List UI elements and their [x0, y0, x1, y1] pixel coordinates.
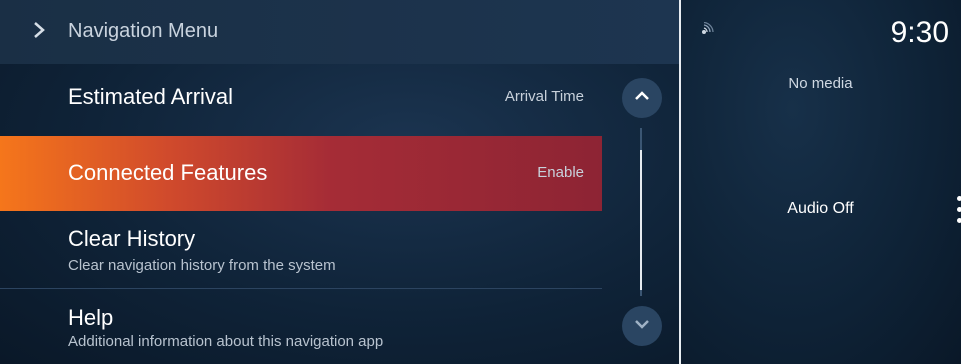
menu-item-title: Connected Features	[68, 160, 268, 185]
menu-header[interactable]: Navigation Menu	[0, 0, 679, 64]
menu-item-title: Help	[68, 305, 114, 330]
menu-item-title: Estimated Arrival	[68, 84, 234, 109]
audio-status[interactable]: Audio Off	[680, 200, 961, 218]
more-options-icon[interactable]	[957, 196, 961, 229]
scroll-up-button[interactable]	[622, 78, 662, 118]
chevron-down-icon	[633, 317, 651, 335]
chevron-right-icon[interactable]	[32, 20, 52, 44]
menu-item-subtitle: Additional information about this naviga…	[68, 333, 384, 350]
scroll-down-button[interactable]	[622, 306, 662, 346]
clock: 9:30	[890, 16, 949, 49]
media-status: No media	[788, 75, 853, 92]
menu-item-help[interactable]: Help Additional information about this n…	[0, 289, 602, 364]
header-title: Navigation Menu	[68, 20, 219, 42]
menu-item-connected-features[interactable]: Connected Features Enable	[0, 136, 602, 211]
menu-item-clear-history[interactable]: Clear History Clear navigation history f…	[0, 212, 602, 288]
status-panel	[680, 0, 961, 364]
menu-item-subtitle: Clear navigation history from the system	[68, 257, 336, 274]
menu-item-title: Clear History	[68, 226, 196, 251]
scrollbar-thumb[interactable]	[640, 150, 642, 290]
menu-item-estimated-arrival[interactable]: Estimated Arrival Arrival Time	[0, 64, 602, 136]
menu-item-value: Arrival Time	[504, 88, 584, 105]
menu-item-value: Enable	[537, 164, 584, 181]
chevron-up-icon	[633, 89, 651, 107]
panel-divider	[679, 0, 681, 364]
wireless-signal-icon	[700, 21, 718, 41]
